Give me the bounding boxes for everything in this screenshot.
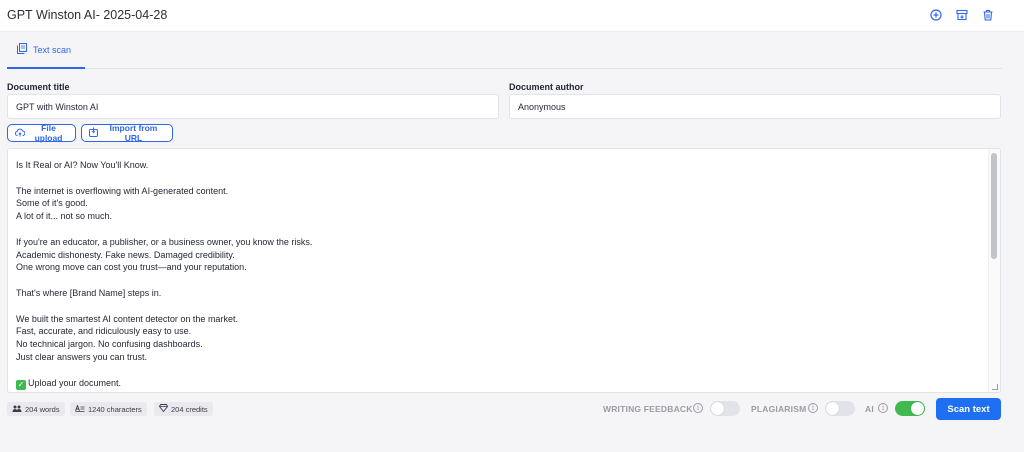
import-url-label: Import from URL: [109, 123, 158, 143]
toggle-knob: [911, 402, 924, 415]
editor-line: A lot of it... not so much.: [16, 211, 113, 222]
character-count: 1240 characters: [88, 404, 142, 414]
checklist-text: Upload your document.: [28, 377, 122, 388]
import-link-icon: [89, 127, 98, 139]
ai-label: AI: [865, 404, 874, 414]
tab-bar: Text scan: [7, 32, 1002, 69]
document-heading: GPT Winston AI- 2025-04-28: [7, 8, 168, 22]
writing-feedback-label: WRITING FEEDBACK: [603, 404, 693, 414]
document-title-label: Document title: [7, 82, 70, 92]
add-circle-icon[interactable]: [928, 7, 944, 23]
editor-line: Just clear answers you can trust.: [16, 351, 148, 362]
editor-line: Some of it's good.: [16, 198, 88, 209]
diamond-icon: [158, 404, 169, 414]
document-copy-icon: [17, 43, 27, 56]
editor-line: We built the smartest AI content detecto…: [16, 313, 238, 324]
info-icon[interactable]: i: [808, 403, 818, 413]
editor-line: Academic dishonesty. Fake news. Damaged …: [16, 249, 235, 260]
top-actions: [928, 7, 996, 23]
archive-icon[interactable]: [954, 7, 970, 23]
document-title-input[interactable]: [7, 94, 499, 119]
ai-toggle[interactable]: [895, 401, 925, 416]
file-upload-label: File upload: [34, 123, 63, 143]
file-upload-button[interactable]: File upload: [7, 123, 76, 143]
text-format-icon: [75, 403, 85, 414]
word-count: 204 words: [25, 404, 60, 414]
checklist-text: Hit detect.: [28, 391, 69, 392]
import-url-button[interactable]: Import from URL: [81, 123, 173, 143]
check-mark-icon: ✓: [16, 379, 26, 390]
toggle-knob: [826, 402, 839, 415]
editor-line: That's where [Brand Name] steps in.: [16, 287, 162, 298]
editor-scrollbar[interactable]: [988, 149, 1000, 392]
top-bar: GPT Winston AI- 2025-04-28: [0, 0, 1024, 32]
scrollbar-thumb[interactable]: [991, 153, 997, 259]
plagiarism-label: PLAGIARISM: [751, 404, 807, 414]
resize-handle[interactable]: [992, 384, 998, 390]
editor-line: Fast, accurate, and ridiculously easy to…: [16, 326, 192, 337]
toggle-knob: [711, 402, 724, 415]
upload-cloud-icon: [14, 128, 26, 139]
editor-line: No technical jargon. No confusing dashbo…: [16, 339, 203, 350]
writing-feedback-toggle[interactable]: [710, 401, 740, 416]
credits-badge: 204 credits: [154, 402, 213, 416]
checklist-line: ✓Hit detect.: [16, 390, 976, 392]
word-count-badge: 204 words: [7, 402, 65, 416]
checklist-line: ✓ Upload your document.: [16, 377, 976, 390]
tab-label: Text scan: [33, 44, 72, 55]
credits-count: 204 credits: [171, 404, 208, 414]
document-author-label: Document author: [509, 82, 584, 92]
text-editor[interactable]: Is It Real or AI? Now You'll Know. The i…: [7, 148, 1001, 393]
trash-icon[interactable]: [980, 7, 996, 23]
document-author-input[interactable]: [509, 94, 1001, 119]
scan-text-button[interactable]: Scan text: [936, 398, 1001, 420]
info-icon[interactable]: i: [693, 403, 703, 413]
editor-content[interactable]: Is It Real or AI? Now You'll Know. The i…: [16, 159, 976, 392]
editor-line: Is It Real or AI? Now You'll Know.: [16, 160, 149, 170]
plagiarism-toggle[interactable]: [825, 401, 855, 416]
character-count-badge: 1240 characters: [70, 402, 147, 416]
editor-line: If you're an educator, a publisher, or a…: [16, 236, 313, 247]
tab-text-scan[interactable]: Text scan: [7, 32, 85, 69]
info-icon[interactable]: i: [878, 403, 888, 413]
editor-line: The internet is overflowing with AI-gene…: [16, 185, 229, 196]
users-icon: [12, 405, 22, 414]
editor-line: One wrong move can cost you trust—and yo…: [16, 262, 247, 273]
